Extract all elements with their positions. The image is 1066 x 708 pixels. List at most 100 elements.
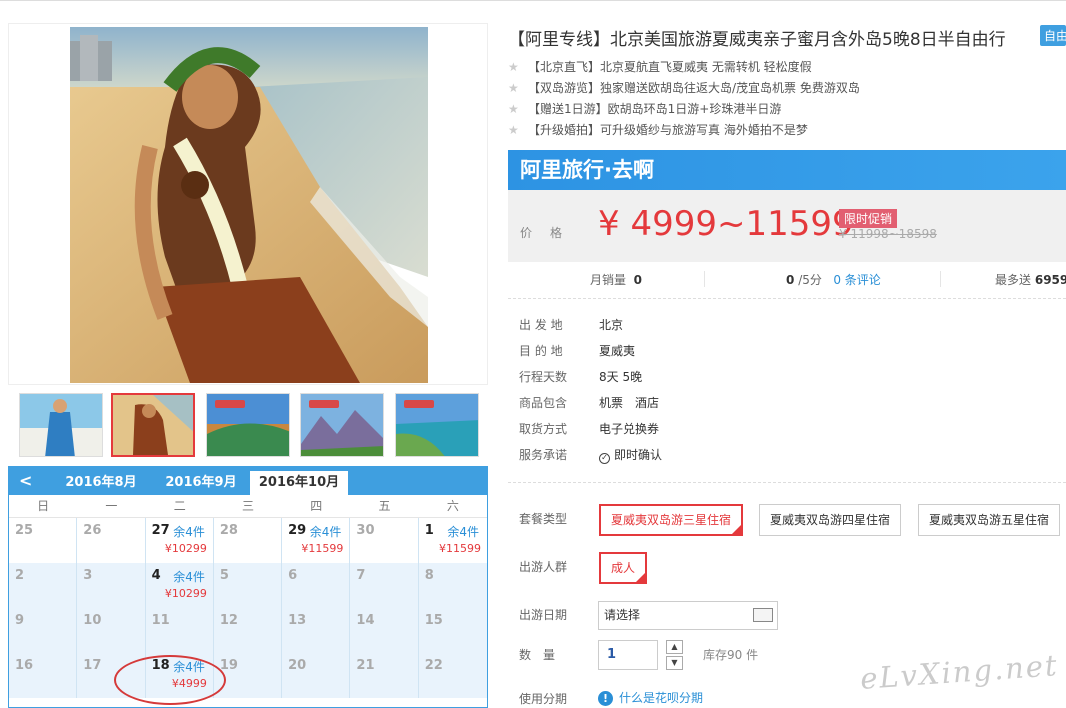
top-divider <box>0 0 1066 5</box>
info-row: 服务承诺 ✓ 即时确认 <box>519 446 662 472</box>
month-tab-sep[interactable]: 2016年9月 <box>153 471 249 495</box>
monthly-sales-label: 月销量 <box>590 273 627 287</box>
month-tab-oct[interactable]: 2016年10月 <box>250 471 348 495</box>
calendar-day-cell: 22 <box>418 653 487 698</box>
day-remaining: 余4件 <box>309 525 342 539</box>
calendar-day-cell[interactable]: 18 余4件 ¥4999 <box>145 653 214 698</box>
day-number: 26 <box>83 523 102 538</box>
feature-text: 【赠送1日游】欧胡岛环岛1日游+珍珠港半日游 <box>528 102 782 116</box>
day-number: 27 <box>151 523 170 538</box>
reviews-link[interactable]: 0 条评论 <box>833 273 880 287</box>
package-option-3star[interactable]: 夏威夷双岛游三星住宿 <box>599 504 744 536</box>
calendar-week-row: 25 26 27 余4件 ¥10299 28 29 余4件 ¥11599 30 1 余4件 ¥11599 <box>9 518 487 563</box>
calendar-day-cell[interactable]: 4 余4件 ¥10299 <box>145 563 214 608</box>
day-number: 9 <box>15 613 25 628</box>
day-number: 5 <box>219 568 229 583</box>
weekday-tue: 二 <box>173 499 186 513</box>
quantity-input[interactable]: 1 <box>598 640 658 670</box>
departure-calendar: < 2016年8月 2016年9月 2016年10月 日 一 二 三 四 五 六… <box>8 466 488 708</box>
info-row: 行程天数 8天 5晚 <box>519 368 662 394</box>
date-label: 出游日期 <box>519 608 568 622</box>
monthly-sales: 月销量 0 <box>590 271 642 288</box>
calendar-day-cell: 6 <box>282 563 351 608</box>
day-price: ¥4999 <box>171 677 207 690</box>
day-price: ¥11599 <box>438 542 481 555</box>
thumbnail-4[interactable] <box>300 393 384 457</box>
feature-item: ★ 【双岛游览】独家赠送欧胡岛往返大岛/茂宜岛机票 免费游双岛 <box>508 78 860 99</box>
calendar-day-cell[interactable]: 1 余4件 ¥11599 <box>418 518 487 563</box>
points-label: 最多送 <box>995 273 1032 287</box>
calendar-icon[interactable] <box>753 608 773 622</box>
calendar-day-cell: 14 <box>350 608 419 653</box>
rating-score: 0 <box>786 273 795 287</box>
calendar-day-cell: 7 <box>350 563 419 608</box>
check-circle-icon: ✓ <box>599 453 610 464</box>
thumbnail-3[interactable] <box>206 393 290 457</box>
calendar-day-cell: 2 <box>9 563 78 608</box>
thumbnail-5[interactable] <box>395 393 479 457</box>
price-label: 价格 <box>520 226 581 240</box>
day-remaining: 余4件 <box>173 525 205 539</box>
feature-list: ★ 【北京直飞】北京夏航直飞夏威夷 无需转机 轻松度假 ★ 【双岛游览】独家赠送欧胡… <box>508 57 860 141</box>
crowd-option-adult[interactable]: 成人 <box>599 552 648 584</box>
feature-item: ★ 【升级婚拍】可升级婚纱与旅游写真 海外婚拍不是梦 <box>508 120 860 141</box>
finance-link-text: 什么是花呗分期 <box>619 691 704 705</box>
info-value: 电子兑换券 <box>599 422 660 436</box>
info-row: 出 发 地 北京 <box>519 316 662 342</box>
calendar-prev-arrow-icon[interactable]: < <box>19 471 32 490</box>
info-key: 行程天数 <box>519 370 568 384</box>
calendar-week-row: 2 3 4 余4件 ¥10299 5 6 7 8 <box>9 563 487 608</box>
calendar-day-cell: 19 <box>213 653 283 698</box>
info-key: 出 发 地 <box>519 318 563 332</box>
weekday-thu: 四 <box>310 499 323 513</box>
day-remaining: 余4件 <box>173 660 205 674</box>
package-option-4star[interactable]: 夏威夷双岛游四星住宿 <box>759 504 902 536</box>
day-number: 21 <box>356 658 375 673</box>
info-row: 商品包含 机票 酒店 <box>519 394 662 420</box>
dashed-divider <box>508 298 1066 299</box>
weekday-wed: 三 <box>241 499 254 513</box>
day-price: ¥10299 <box>164 542 207 555</box>
info-icon: ! <box>598 691 613 706</box>
day-remaining: 余4件 <box>447 525 479 539</box>
quantity-decrease-button[interactable]: ▼ <box>666 656 683 670</box>
package-option-5star[interactable]: 夏威夷双岛游五星住宿 <box>918 504 1061 536</box>
stock-text: 库存90 件 <box>703 648 759 662</box>
star-icon: ★ <box>508 60 519 74</box>
day-price: ¥11599 <box>301 542 344 555</box>
info-value: 夏威夷 <box>599 344 636 358</box>
info-value: 即时确认 <box>614 448 663 462</box>
calendar-day-cell[interactable]: 29 余4件 ¥11599 <box>282 518 351 563</box>
calendar-day-cell: 5 <box>213 563 283 608</box>
day-number: 19 <box>219 658 238 673</box>
points-value: 6959 <box>1034 273 1066 287</box>
thumbnail-1[interactable] <box>19 393 103 457</box>
quantity-increase-button[interactable]: ▲ <box>666 640 683 654</box>
calendar-day-cell[interactable]: 27 余4件 ¥10299 <box>145 518 214 563</box>
info-row: 目 的 地 夏威夷 <box>519 342 662 368</box>
calendar-day-cell: 15 <box>418 608 487 653</box>
thumbnail-2[interactable] <box>111 393 195 457</box>
date-select-input[interactable]: 请选择 <box>598 601 778 630</box>
main-product-image <box>70 27 428 383</box>
finance-help-link[interactable]: ! 什么是花呗分期 <box>598 689 703 706</box>
calendar-day-cell: 10 <box>77 608 146 653</box>
package-label: 套餐类型 <box>519 512 568 526</box>
calendar-day-cell: 16 <box>9 653 78 698</box>
brand-banner: 阿里旅行·去啊 <box>508 150 1066 190</box>
calendar-week-row: 9 10 11 12 13 14 15 <box>9 608 487 653</box>
day-number: 7 <box>356 568 366 583</box>
stats-divider <box>940 271 941 287</box>
day-price: ¥10299 <box>164 587 207 600</box>
star-icon: ★ <box>508 123 519 137</box>
product-title: 【阿里专线】北京美国旅游夏威夷亲子蜜月含外岛5晚8日半自由行 <box>508 30 1006 50</box>
calendar-day-cell: 11 <box>145 608 214 653</box>
product-tag: 自由 <box>1040 25 1066 46</box>
feature-text: 【北京直飞】北京夏航直飞夏威夷 无需转机 轻松度假 <box>528 60 812 74</box>
day-number: 18 <box>151 658 170 673</box>
day-number: 1 <box>424 523 434 538</box>
weekday-fri: 五 <box>378 499 391 513</box>
day-number: 28 <box>219 523 238 538</box>
month-tab-aug[interactable]: 2016年8月 <box>53 471 149 495</box>
day-number: 10 <box>83 613 102 628</box>
